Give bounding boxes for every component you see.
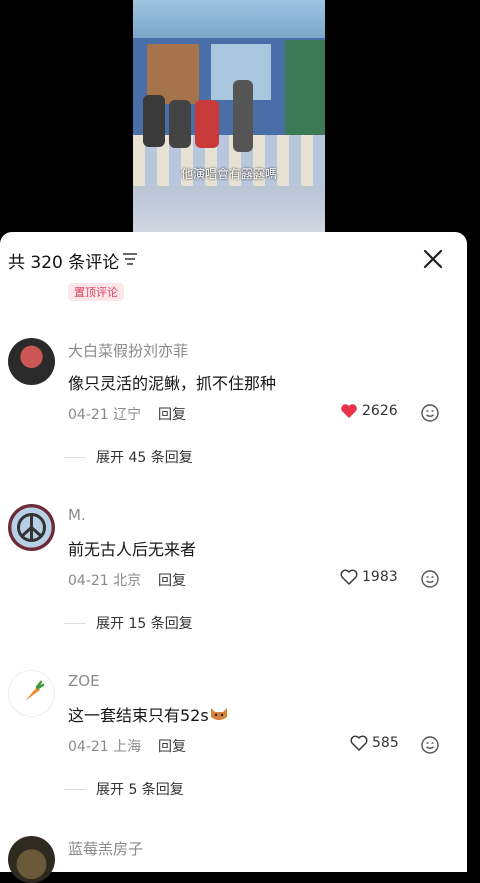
close-icon[interactable]: [422, 248, 444, 270]
like-button[interactable]: 585: [350, 735, 399, 751]
comments-sheet: 共 320 条评论 置顶评论 大白菜假扮刘亦菲 像只灵活的泥鳅，抓不住那种 04…: [0, 232, 467, 883]
divider: [64, 788, 86, 790]
filter-icon[interactable]: [122, 252, 138, 266]
like-button[interactable]: 2626: [340, 403, 398, 419]
comment-username[interactable]: 蓝莓羔房子: [68, 838, 143, 859]
heart-icon: [341, 404, 357, 418]
video-player[interactable]: 他演唱會有露露嗎: [0, 0, 480, 232]
heart-icon: [340, 569, 358, 585]
cat-emoji-icon: [210, 708, 227, 720]
video-blur-bottom: [133, 186, 325, 232]
emoji-icon[interactable]: [421, 570, 439, 588]
emoji-icon[interactable]: [421, 736, 439, 754]
person-4: [233, 80, 253, 152]
person-3: [195, 100, 219, 148]
reply-button[interactable]: 回复: [158, 570, 186, 590]
pinned-badge: 置顶评论: [68, 283, 124, 301]
video-blur-top: [133, 0, 325, 38]
divider: [64, 456, 86, 458]
comment-text-content: 这一套结束只有52s: [68, 706, 209, 725]
like-button[interactable]: 1983: [340, 569, 398, 585]
expand-replies-label: 展开 45 条回复: [96, 450, 193, 466]
emoji-icon[interactable]: [421, 404, 439, 422]
avatar[interactable]: [8, 504, 55, 551]
video-frame[interactable]: 他演唱會有露露嗎: [133, 0, 325, 232]
comment-date-location: 04-21 北京: [68, 573, 142, 589]
like-count: 2626: [362, 403, 398, 419]
comment-count-title: 共 320 条评论: [8, 253, 120, 273]
comment-date-location: 04-21 辽宁: [68, 407, 142, 423]
person-2: [169, 100, 191, 148]
avatar[interactable]: [8, 670, 55, 717]
expand-replies-button[interactable]: 展开 45 条回复: [64, 447, 193, 467]
comment-text[interactable]: 这一套结束只有52s: [68, 702, 229, 726]
heart-icon: [350, 735, 368, 751]
reply-button[interactable]: 回复: [158, 736, 186, 756]
like-count: 585: [372, 735, 399, 751]
comment-username[interactable]: 大白菜假扮刘亦菲: [68, 340, 188, 361]
expand-replies-button[interactable]: 展开 5 条回复: [64, 779, 184, 799]
peace-icon: [17, 513, 46, 542]
comment-username[interactable]: M.: [68, 506, 86, 524]
expand-replies-label: 展开 5 条回复: [96, 782, 184, 798]
avatar[interactable]: [8, 338, 55, 385]
expand-replies-button[interactable]: 展开 15 条回复: [64, 613, 193, 633]
person-1: [143, 95, 165, 147]
carrot-icon: [25, 680, 45, 701]
expand-replies-label: 展开 15 条回复: [96, 616, 193, 632]
like-count: 1983: [362, 569, 398, 585]
comment-text[interactable]: 像只灵活的泥鳅，抓不住那种: [68, 370, 276, 394]
comment-text[interactable]: 前无古人后无来者: [68, 536, 196, 560]
reply-button[interactable]: 回复: [158, 404, 186, 424]
divider: [64, 622, 86, 624]
comment-username[interactable]: ZOE: [68, 672, 100, 690]
avatar[interactable]: [8, 836, 55, 883]
comment-date-location: 04-21 上海: [68, 739, 142, 755]
video-subtitle: 他演唱會有露露嗎: [180, 167, 277, 181]
